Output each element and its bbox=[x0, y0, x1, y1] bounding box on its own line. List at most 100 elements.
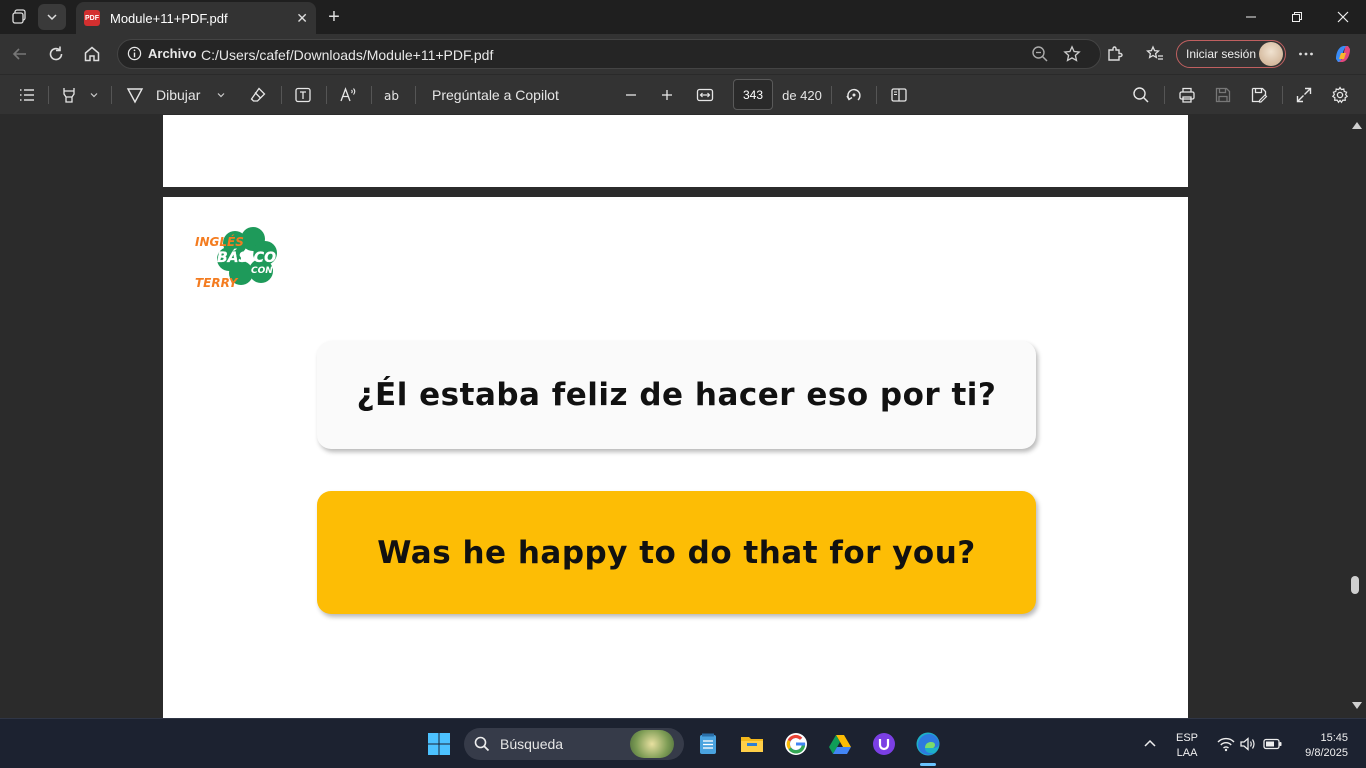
google-icon bbox=[785, 733, 807, 755]
wifi-icon bbox=[1217, 737, 1235, 752]
rotate-button[interactable] bbox=[842, 83, 866, 107]
chevron-up-icon bbox=[1144, 739, 1156, 747]
volume-status[interactable] bbox=[1236, 728, 1260, 760]
site-info-button[interactable]: Archivo bbox=[127, 46, 196, 61]
ask-copilot-label: Pregúntale a Copilot bbox=[432, 87, 559, 103]
draw-options-button[interactable] bbox=[213, 83, 229, 107]
search-highlight-image bbox=[630, 730, 674, 758]
minimize-icon bbox=[1246, 16, 1256, 18]
app-u-icon bbox=[873, 733, 895, 755]
answer-card-english: Was he happy to do that for you? bbox=[317, 491, 1036, 614]
pdf-viewer[interactable]: INGLÉS BÁSICO CON TERRY ¿Él estaba feliz… bbox=[0, 115, 1366, 718]
workspaces-button[interactable] bbox=[6, 4, 34, 30]
translate-icon: ab bbox=[384, 89, 399, 103]
toolbar-divider bbox=[831, 86, 832, 104]
clock-date: 9/8/2025 bbox=[1305, 747, 1348, 759]
print-button[interactable] bbox=[1175, 83, 1199, 107]
minus-icon bbox=[626, 94, 636, 96]
pdf-settings-button[interactable] bbox=[1328, 83, 1352, 107]
address-bar[interactable]: Archivo C:/Users/cafef/Downloads/Module+… bbox=[117, 39, 1101, 69]
scroll-up-arrow-icon[interactable] bbox=[1352, 122, 1362, 129]
highlight-options-button[interactable] bbox=[86, 83, 102, 107]
copilot-button[interactable] bbox=[1329, 40, 1357, 68]
taskbar-edge[interactable] bbox=[912, 728, 944, 760]
tab-close-icon[interactable]: ✕ bbox=[296, 10, 308, 27]
printer-icon bbox=[1179, 87, 1195, 103]
toolbar-divider bbox=[1282, 86, 1283, 104]
page-number-input[interactable]: 343 bbox=[733, 79, 773, 110]
fullscreen-button[interactable] bbox=[1292, 83, 1316, 107]
zoom-out-button[interactable] bbox=[620, 83, 642, 107]
new-tab-button[interactable]: + bbox=[322, 5, 346, 29]
rotate-icon bbox=[846, 88, 861, 101]
find-button[interactable] bbox=[1129, 83, 1153, 107]
vertical-scrollbar[interactable] bbox=[1346, 115, 1366, 718]
taskbar-file-explorer[interactable] bbox=[736, 728, 768, 760]
battery-status[interactable] bbox=[1260, 728, 1286, 760]
save-as-button[interactable] bbox=[1247, 83, 1271, 107]
tab-active[interactable]: PDF Module+11+PDF.pdf ✕ bbox=[76, 2, 316, 34]
chevron-down-icon bbox=[217, 93, 225, 98]
taskbar: Búsqueda ESP LAA 15:45 9/8/2025 bbox=[0, 718, 1366, 768]
back-button[interactable] bbox=[6, 40, 34, 68]
edge-icon bbox=[916, 732, 940, 756]
show-hidden-icons-button[interactable] bbox=[1134, 728, 1166, 760]
eraser-icon bbox=[250, 87, 266, 102]
search-icon bbox=[1133, 87, 1149, 103]
zoom-in-button[interactable] bbox=[656, 83, 678, 107]
zoom-out-icon bbox=[1032, 46, 1048, 62]
settings-more-button[interactable] bbox=[1292, 40, 1320, 68]
draw-button[interactable]: Dibujar bbox=[126, 83, 212, 107]
folder-icon bbox=[741, 737, 763, 752]
signin-button[interactable]: Iniciar sesión bbox=[1176, 40, 1286, 68]
read-aloud-button[interactable] bbox=[336, 83, 360, 107]
tab-strip-actions bbox=[6, 4, 66, 30]
active-app-indicator bbox=[920, 763, 936, 766]
taskbar-chrome[interactable] bbox=[780, 728, 812, 760]
logo-text-ingles: INGLÉS bbox=[195, 234, 244, 249]
page-view-button[interactable] bbox=[887, 83, 911, 107]
taskbar-app-u[interactable] bbox=[868, 728, 900, 760]
table-of-contents-button[interactable] bbox=[15, 83, 39, 107]
google-drive-icon bbox=[829, 735, 851, 754]
restore-button[interactable] bbox=[1274, 0, 1320, 34]
extensions-button[interactable] bbox=[1101, 40, 1129, 68]
toolbar-divider bbox=[281, 86, 282, 104]
close-window-button[interactable] bbox=[1320, 0, 1366, 34]
signin-label: Iniciar sesión bbox=[1186, 47, 1257, 61]
scroll-down-arrow-icon[interactable] bbox=[1352, 702, 1362, 709]
favorites-list-icon bbox=[1146, 45, 1163, 60]
puzzle-icon bbox=[1108, 46, 1123, 61]
draw-label: Dibujar bbox=[156, 87, 201, 103]
toolbar-divider bbox=[48, 86, 49, 104]
add-text-button[interactable] bbox=[291, 83, 315, 107]
zoom-button[interactable] bbox=[1031, 45, 1049, 68]
pdf-file-icon: PDF bbox=[84, 10, 100, 26]
taskbar-google-drive[interactable] bbox=[824, 728, 856, 760]
save-button[interactable] bbox=[1211, 83, 1235, 107]
start-button[interactable] bbox=[423, 728, 455, 760]
taskbar-search[interactable]: Búsqueda bbox=[464, 728, 684, 760]
url-text[interactable]: C:/Users/cafef/Downloads/Module+11+PDF.p… bbox=[201, 47, 493, 63]
scrollbar-thumb[interactable] bbox=[1351, 576, 1359, 594]
minimize-button[interactable] bbox=[1228, 0, 1274, 34]
favorite-button[interactable] bbox=[1063, 45, 1081, 68]
taskbar-notepad[interactable] bbox=[692, 728, 724, 760]
clock[interactable]: 15:45 9/8/2025 bbox=[1294, 731, 1348, 761]
translate-button[interactable]: ab bbox=[381, 83, 405, 107]
refresh-button[interactable] bbox=[42, 40, 70, 68]
toolbar-divider bbox=[111, 86, 112, 104]
erase-button[interactable] bbox=[246, 83, 270, 107]
tab-title: Module+11+PDF.pdf bbox=[110, 10, 228, 26]
highlight-button[interactable] bbox=[58, 83, 80, 107]
fit-width-button[interactable] bbox=[693, 83, 717, 107]
favorites-button[interactable] bbox=[1141, 40, 1169, 68]
copilot-icon bbox=[1336, 46, 1350, 62]
battery-icon bbox=[1263, 738, 1282, 750]
site-info-label: Archivo bbox=[148, 46, 197, 61]
navigation-bar: Archivo C:/Users/cafef/Downloads/Module+… bbox=[0, 34, 1366, 74]
home-button[interactable] bbox=[78, 40, 106, 68]
input-language-indicator[interactable]: ESP LAA bbox=[1176, 731, 1198, 761]
ask-copilot-button[interactable]: Pregúntale a Copilot bbox=[432, 83, 572, 107]
tab-actions-button[interactable] bbox=[38, 4, 66, 30]
